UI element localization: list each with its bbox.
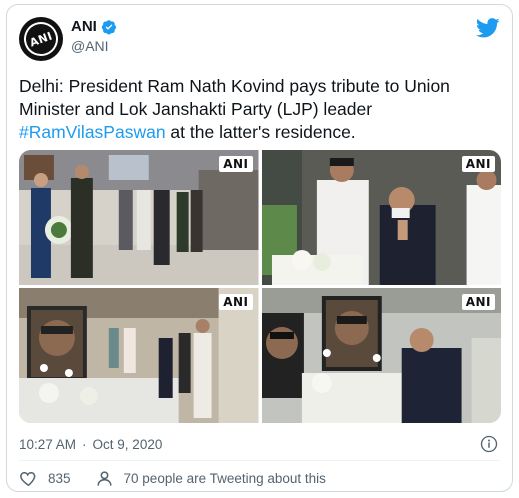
tweet-text-part: Delhi: President Ram Nath Kovind pays tr… (19, 76, 450, 119)
author-handle[interactable]: @ANI (71, 38, 109, 54)
tweet-text: Delhi: President Ram Nath Kovind pays tr… (19, 75, 499, 144)
hashtag-link[interactable]: #RamVilasPaswan (19, 122, 166, 142)
media-grid: ANI ANI ANI ANI (19, 150, 501, 423)
verified-badge-icon (101, 19, 116, 34)
tweeting-about-text: 70 people are Tweeting about this (123, 471, 326, 486)
photo-3[interactable]: ANI (19, 288, 259, 423)
avatar-logo-text: ANI (27, 28, 55, 50)
twitter-bird-icon[interactable] (476, 17, 500, 39)
ani-watermark: ANI (461, 156, 495, 172)
meta-separator: · (82, 437, 87, 452)
ani-logo: ANI (19, 17, 63, 61)
tweet-actions: 835 70 people are Tweeting about this (19, 469, 350, 488)
ani-watermark: ANI (219, 156, 253, 172)
tweet-text-part: at the latter's residence. (165, 122, 356, 142)
tweet-timestamp[interactable]: 10:27 AM · Oct 9, 2020 (19, 437, 162, 452)
people-icon (96, 471, 112, 486)
ani-watermark: ANI (219, 294, 253, 310)
tweet-card: ANI ANI @ANI Delhi: President Ram Nath K… (6, 4, 513, 492)
author-name-row[interactable]: ANI (71, 18, 117, 35)
photo-4[interactable]: ANI (261, 288, 501, 423)
tweet-time: 10:27 AM (19, 437, 77, 452)
tweet-date: Oct 9, 2020 (92, 437, 163, 452)
avatar[interactable]: ANI (19, 17, 63, 61)
info-icon[interactable] (480, 435, 498, 453)
divider (19, 460, 500, 461)
ani-watermark: ANI (461, 294, 495, 310)
like-button[interactable]: 835 (19, 469, 71, 488)
photo-1[interactable]: ANI (19, 150, 259, 285)
photo-2[interactable]: ANI (261, 150, 501, 285)
author-name[interactable]: ANI (71, 18, 97, 35)
tweeting-about-link[interactable]: 70 people are Tweeting about this (95, 469, 326, 488)
heart-icon (20, 472, 36, 487)
like-count: 835 (48, 471, 71, 486)
